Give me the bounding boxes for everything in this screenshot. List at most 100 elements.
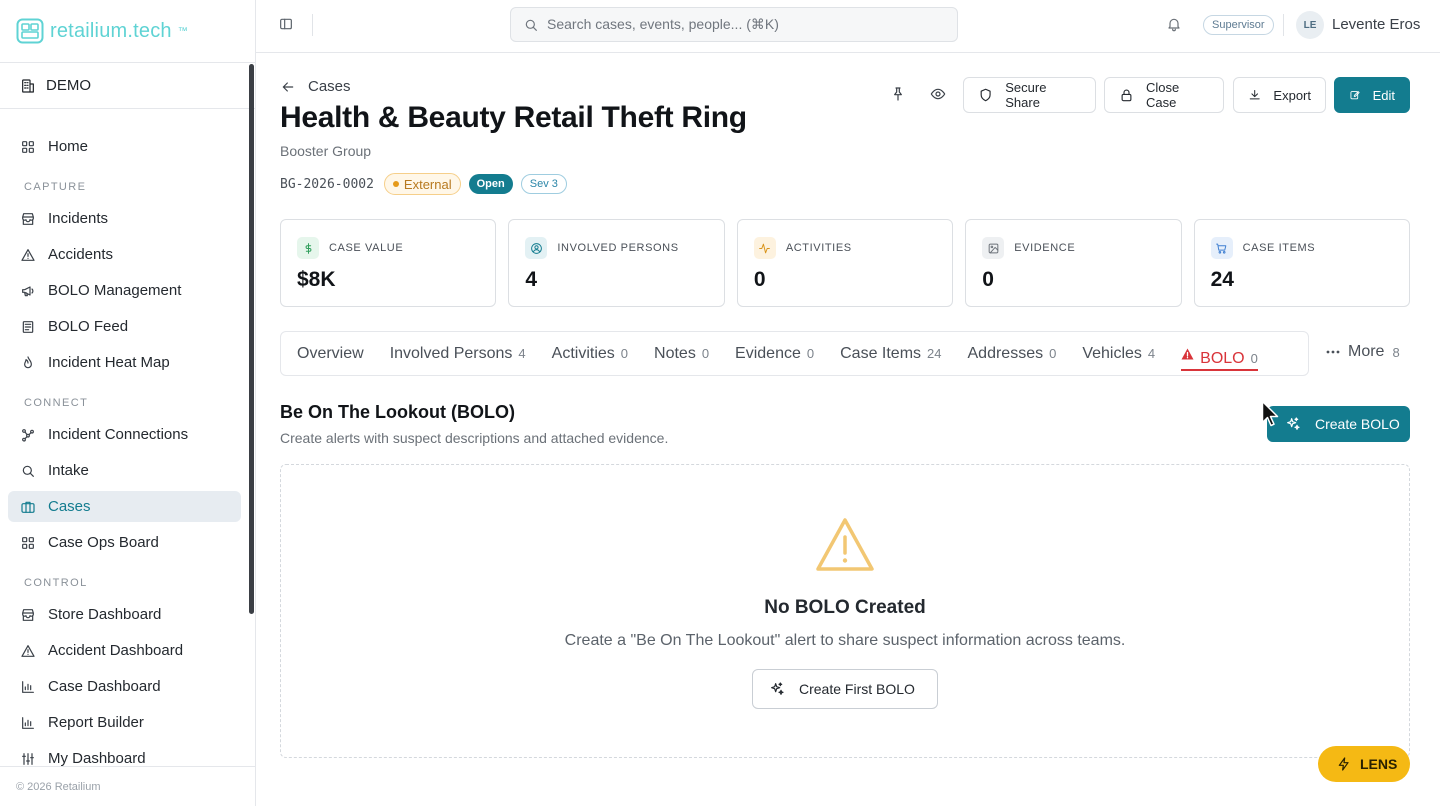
edit-button[interactable]: Edit bbox=[1334, 77, 1410, 113]
role-badge: Supervisor bbox=[1203, 15, 1274, 35]
grid-icon bbox=[22, 536, 34, 549]
tab-overview[interactable]: Overview bbox=[297, 331, 364, 376]
sidebar-item-label: My Dashboard bbox=[48, 750, 146, 767]
sidebar-item-store-dashboard[interactable]: Store Dashboard bbox=[8, 599, 241, 630]
sidebar-item-home[interactable]: Home bbox=[8, 131, 241, 162]
sidebar-item-bolo-management[interactable]: BOLO Management bbox=[8, 275, 241, 306]
user-circle-icon bbox=[525, 237, 548, 259]
sidebar: retailium.tech ™ DEMO Home CAPTURE Incide… bbox=[0, 0, 256, 806]
sidebar-item-label: Report Builder bbox=[48, 714, 144, 731]
tab-label: Notes bbox=[654, 345, 696, 362]
button-label: Create BOLO bbox=[1315, 416, 1400, 432]
bar-chart-icon bbox=[22, 680, 34, 693]
tab-case-items[interactable]: Case Items 24 bbox=[840, 331, 941, 376]
sidebar-item-intake[interactable]: Intake bbox=[8, 455, 241, 486]
top-bar: Search cases, events, people... (⌘K) Sup… bbox=[256, 0, 1440, 53]
sidebar-toggle-icon[interactable] bbox=[278, 16, 294, 32]
download-icon bbox=[1249, 90, 1260, 100]
sidebar-item-label: Cases bbox=[48, 498, 91, 515]
briefcase-icon bbox=[21, 501, 35, 513]
stat-value: 0 bbox=[982, 268, 994, 291]
tab-involved-persons[interactable]: Involved Persons 4 bbox=[390, 331, 526, 376]
brand-name: retailium.tech bbox=[50, 19, 172, 42]
lens-button[interactable]: LENS bbox=[1318, 746, 1410, 782]
search-input[interactable]: Search cases, events, people... (⌘K) bbox=[510, 7, 958, 42]
sliders-icon bbox=[22, 752, 34, 765]
tab-label: Vehicles bbox=[1082, 345, 1142, 362]
tab-vehicles[interactable]: Vehicles 4 bbox=[1082, 331, 1155, 376]
tab-label: Activities bbox=[551, 345, 615, 362]
button-label: LENS bbox=[1360, 756, 1398, 772]
user-name[interactable]: Levente Eros bbox=[1332, 16, 1420, 33]
sidebar-item-label: Accident Dashboard bbox=[48, 642, 184, 659]
sidebar-item-label: Case Dashboard bbox=[48, 678, 161, 695]
tab-bolo[interactable]: BOLO 0 bbox=[1181, 337, 1258, 371]
secure-share-button[interactable]: Secure Share bbox=[963, 77, 1096, 113]
org-switcher[interactable]: DEMO bbox=[0, 62, 255, 109]
sidebar-item-label: Store Dashboard bbox=[48, 606, 162, 623]
sidebar-item-accident-dashboard[interactable]: Accident Dashboard bbox=[8, 635, 241, 666]
tab-label: BOLO bbox=[1200, 349, 1245, 367]
search-placeholder: Search cases, events, people... (⌘K) bbox=[547, 16, 779, 32]
more-label: More bbox=[1348, 343, 1385, 360]
more-tabs-button[interactable]: More 8 bbox=[1326, 343, 1400, 361]
case-meta: BG-2026-0002 External Open Sev 3 bbox=[280, 173, 567, 195]
arrow-left-icon bbox=[282, 81, 294, 92]
stat-label: INVOLVED PERSONS bbox=[557, 242, 679, 254]
sidebar-item-case-dashboard[interactable]: Case Dashboard bbox=[8, 671, 241, 702]
bell-icon[interactable] bbox=[1166, 16, 1182, 32]
tab-label: Evidence bbox=[735, 345, 801, 362]
button-label: Create First BOLO bbox=[799, 681, 915, 697]
brand-logo[interactable]: retailium.tech ™ bbox=[16, 18, 188, 44]
search-icon bbox=[22, 465, 34, 477]
sidebar-nav: Home CAPTURE Incidents Accidents BOLO Ma… bbox=[8, 131, 241, 779]
sparkles-icon bbox=[771, 682, 784, 695]
tab-label: Overview bbox=[297, 345, 364, 362]
sidebar-item-report-builder[interactable]: Report Builder bbox=[8, 707, 241, 738]
create-bolo-button[interactable]: Create BOLO bbox=[1267, 406, 1410, 442]
export-button[interactable]: Export bbox=[1233, 77, 1326, 113]
back-to-cases-link[interactable]: Cases bbox=[280, 78, 351, 95]
sidebar-item-label: Incident Connections bbox=[48, 426, 189, 443]
edit-icon bbox=[1350, 91, 1360, 100]
tab-count: 0 bbox=[701, 346, 710, 361]
sidebar-item-bolo-feed[interactable]: BOLO Feed bbox=[8, 311, 241, 342]
more-count: 8 bbox=[1392, 344, 1400, 360]
divider bbox=[1283, 14, 1284, 36]
tab-count: 4 bbox=[1147, 346, 1156, 361]
stat-label: EVIDENCE bbox=[1014, 242, 1076, 254]
lightning-icon bbox=[1338, 757, 1349, 771]
tab-label: Addresses bbox=[967, 345, 1044, 362]
sidebar-item-incidents[interactable]: Incidents bbox=[8, 203, 241, 234]
warning-icon bbox=[21, 644, 35, 657]
sidebar-item-label: Intake bbox=[48, 462, 89, 479]
sidebar-item-case-ops-board[interactable]: Case Ops Board bbox=[8, 527, 241, 558]
sidebar-scrollbar[interactable] bbox=[249, 64, 254, 614]
divider bbox=[312, 14, 313, 36]
nav-section-control: CONTROL bbox=[24, 577, 88, 589]
empty-state-title: No BOLO Created bbox=[764, 597, 926, 618]
sidebar-item-label: Incident Heat Map bbox=[48, 354, 170, 371]
pin-icon[interactable] bbox=[890, 86, 906, 102]
tab-label: Case Items bbox=[840, 345, 922, 362]
tab-notes[interactable]: Notes 0 bbox=[654, 331, 709, 376]
sidebar-item-accidents[interactable]: Accidents bbox=[8, 239, 241, 270]
tab-evidence[interactable]: Evidence 0 bbox=[735, 331, 814, 376]
create-first-bolo-button[interactable]: Create First BOLO bbox=[752, 669, 938, 709]
sidebar-item-incident-connections[interactable]: Incident Connections bbox=[8, 419, 241, 450]
eye-icon[interactable] bbox=[930, 86, 946, 102]
stat-value: 0 bbox=[753, 268, 766, 291]
tab-activities[interactable]: Activities 0 bbox=[552, 331, 628, 376]
sidebar-item-incident-heat-map[interactable]: Incident Heat Map bbox=[8, 347, 241, 378]
avatar[interactable]: LE bbox=[1296, 11, 1324, 39]
sparkles-icon bbox=[1287, 417, 1300, 430]
close-case-button[interactable]: Close Case bbox=[1104, 77, 1224, 113]
status-badge: Open bbox=[468, 174, 513, 194]
stat-card-case-value: CASE VALUE $8K bbox=[280, 219, 497, 307]
empty-state-text: Create a "Be On The Lookout" alert to sh… bbox=[564, 632, 1126, 649]
sidebar-item-label: Accidents bbox=[48, 246, 114, 263]
button-label: Export bbox=[1273, 87, 1311, 103]
source-badge: External bbox=[383, 173, 461, 195]
sidebar-item-cases[interactable]: Cases bbox=[8, 491, 241, 522]
tab-addresses[interactable]: Addresses 0 bbox=[968, 331, 1057, 376]
